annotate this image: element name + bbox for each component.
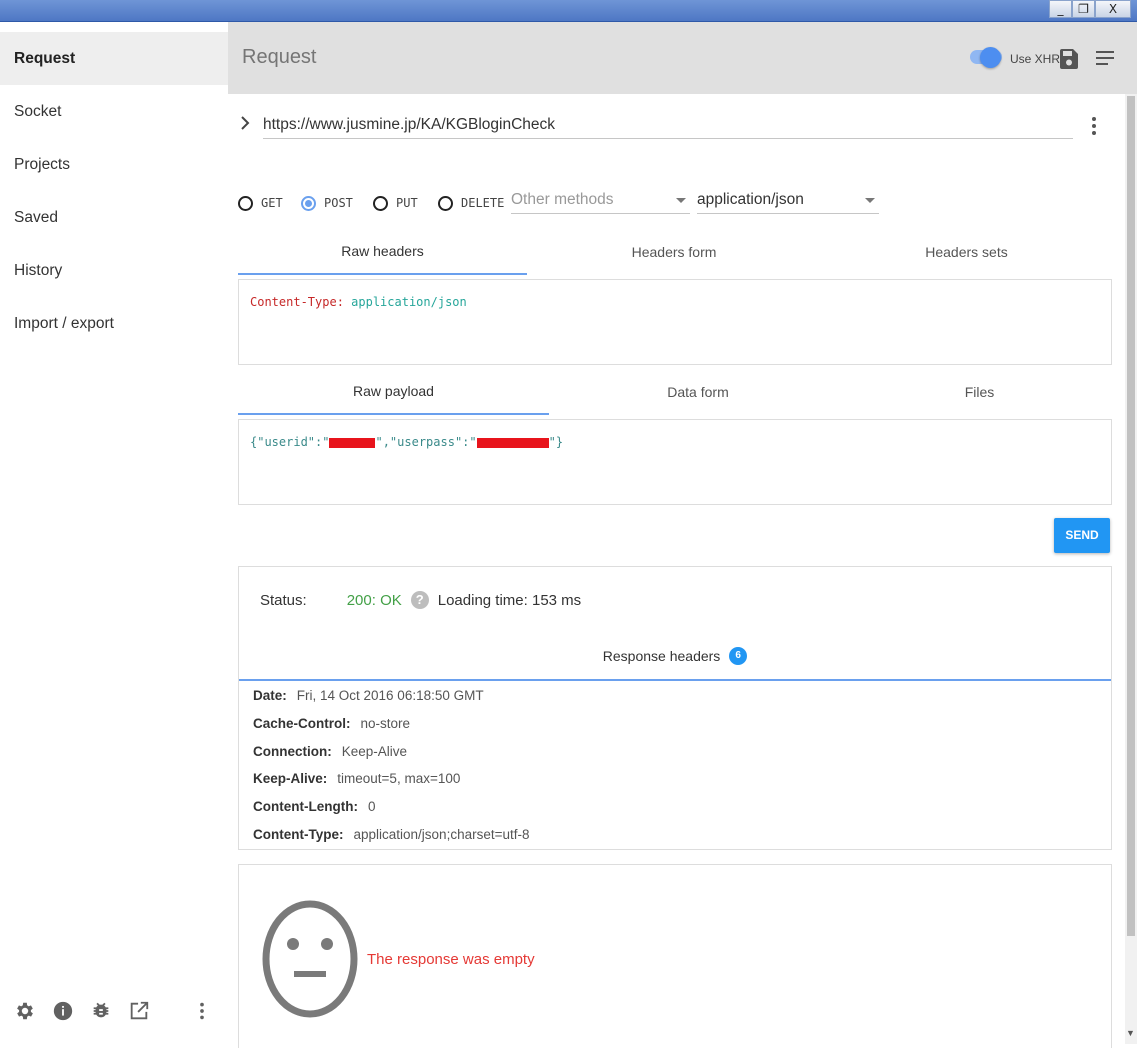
headers-tabs: Raw headers Headers form Headers sets bbox=[238, 229, 1112, 275]
response-header-key: Date: bbox=[253, 688, 287, 703]
page-title: Request bbox=[242, 46, 317, 68]
response-header-row: Keep-Alive: timeout=5, max=100 bbox=[253, 770, 529, 798]
sidebar-item-projects[interactable]: Projects bbox=[0, 138, 228, 191]
sidebar-item-socket[interactable]: Socket bbox=[0, 85, 228, 138]
response-header-value: 0 bbox=[367, 799, 376, 815]
response-header-key: Connection: bbox=[253, 743, 332, 759]
content-type-value: application/json bbox=[697, 191, 804, 208]
url-input[interactable]: https://www.jusmine.jp/KA/KGBloginCheck bbox=[263, 114, 1073, 139]
window-title-bar: _ ❐ X bbox=[0, 0, 1137, 22]
payload-text-end: "} bbox=[548, 435, 564, 449]
other-methods-select[interactable]: Other methods bbox=[511, 190, 690, 214]
header-value: application/json bbox=[351, 295, 467, 309]
method-delete-radio[interactable]: DELETE bbox=[438, 193, 504, 213]
response-header-row: Content-Type: application/json;charset=ut… bbox=[253, 826, 529, 854]
xhr-label: Use XHR bbox=[1010, 52, 1061, 66]
scroll-down-arrow-icon[interactable]: ▼ bbox=[1126, 1028, 1135, 1038]
response-header-row: Content-Length: 0 bbox=[253, 798, 529, 826]
response-header-value: timeout=5, max=100 bbox=[337, 771, 461, 787]
save-icon[interactable] bbox=[1060, 49, 1078, 74]
chevron-right-icon[interactable] bbox=[240, 116, 250, 134]
response-header-row: Date: Fri, 14 Oct 2016 06:18:50 GMT bbox=[253, 687, 529, 715]
header-key: Content-Type: bbox=[250, 295, 344, 309]
response-panel: Status: 200: OK ? Loading time: 153 ms R… bbox=[238, 566, 1112, 850]
raw-headers-editor[interactable]: Content-Type: application/json bbox=[238, 279, 1112, 365]
request-panel: https://www.jusmine.jp/KA/KGBloginCheck … bbox=[228, 94, 1125, 1048]
payload-text-start: {"userid":" bbox=[250, 435, 330, 449]
method-get-radio[interactable]: GET bbox=[238, 193, 283, 213]
method-post-radio[interactable]: POST bbox=[301, 193, 353, 213]
response-body-panel: The response was empty bbox=[238, 864, 1112, 1048]
window-controls: _ ❐ X bbox=[1049, 0, 1131, 18]
redacted-userpass bbox=[476, 437, 549, 448]
redacted-userid bbox=[329, 437, 376, 448]
radio-circle bbox=[438, 195, 453, 211]
content-type-select[interactable]: application/json bbox=[697, 190, 879, 214]
menu-icon[interactable] bbox=[1096, 51, 1114, 70]
radio-circle-selected bbox=[301, 195, 316, 211]
xhr-toggle[interactable] bbox=[980, 47, 1001, 68]
app-header: Request Use XHR bbox=[228, 22, 1137, 94]
method-label: GET bbox=[261, 196, 283, 210]
sidebar-item-import-export[interactable]: Import / export bbox=[0, 297, 228, 350]
restore-button[interactable]: ❐ bbox=[1072, 0, 1095, 18]
sidebar-footer bbox=[0, 1000, 228, 1026]
headers-count-badge: 6 bbox=[729, 647, 748, 665]
sidebar-item-request[interactable]: Request bbox=[0, 32, 228, 85]
sidebar-item-saved[interactable]: Saved bbox=[0, 191, 228, 244]
status-row: Status: 200: OK ? Loading time: 153 ms bbox=[260, 589, 581, 611]
neutral-face-icon bbox=[261, 898, 359, 1025]
response-header-row: Connection: Keep-Alive bbox=[253, 743, 529, 771]
gear-icon[interactable] bbox=[14, 1000, 36, 1022]
more-vert-icon[interactable] bbox=[1090, 116, 1098, 141]
status-label: Status: bbox=[260, 591, 307, 609]
status-value: 200: OK bbox=[346, 591, 402, 609]
send-button[interactable]: SEND bbox=[1054, 518, 1110, 553]
other-methods-placeholder: Other methods bbox=[511, 191, 614, 208]
open-external-icon[interactable] bbox=[128, 1000, 150, 1022]
radio-circle bbox=[373, 195, 388, 211]
bug-icon[interactable] bbox=[90, 1000, 112, 1022]
more-vert-icon[interactable] bbox=[191, 1000, 213, 1022]
response-header-key: Cache-Control: bbox=[253, 715, 351, 731]
tab-data-form[interactable]: Data form bbox=[551, 369, 845, 415]
method-label: DELETE bbox=[461, 196, 505, 210]
sidebar-item-history[interactable]: History bbox=[0, 244, 228, 297]
response-header-value: Fri, 14 Oct 2016 06:18:50 GMT bbox=[296, 688, 484, 703]
method-label: POST bbox=[324, 196, 353, 210]
loading-time: Loading time: 153 ms bbox=[437, 591, 582, 609]
method-label: PUT bbox=[396, 196, 418, 210]
response-header-key: Content-Length: bbox=[253, 799, 358, 815]
response-header-value: no-store bbox=[360, 715, 411, 731]
response-header-key: Keep-Alive: bbox=[253, 771, 328, 787]
raw-payload-editor[interactable]: {"userid":" ","userpass":" "} bbox=[238, 419, 1112, 505]
tab-response-headers[interactable]: Response headers 6 bbox=[239, 637, 1111, 681]
response-header-value: Keep-Alive bbox=[341, 743, 408, 759]
response-header-row: Cache-Control: no-store bbox=[253, 715, 529, 743]
sidebar: Request Socket Projects Saved History Im… bbox=[0, 22, 228, 1044]
info-icon[interactable] bbox=[52, 1000, 74, 1022]
tab-files[interactable]: Files bbox=[847, 369, 1112, 415]
tab-headers-sets[interactable]: Headers sets bbox=[821, 229, 1112, 275]
tab-headers-form[interactable]: Headers form bbox=[529, 229, 819, 275]
help-icon[interactable]: ? bbox=[410, 591, 429, 609]
response-headers-label: Response headers bbox=[602, 648, 721, 664]
tab-raw-headers[interactable]: Raw headers bbox=[238, 229, 527, 275]
dropdown-caret-icon bbox=[676, 198, 686, 203]
close-button[interactable]: X bbox=[1095, 0, 1131, 18]
method-put-radio[interactable]: PUT bbox=[373, 193, 418, 213]
dropdown-caret-icon bbox=[865, 198, 875, 203]
tab-raw-payload[interactable]: Raw payload bbox=[238, 369, 549, 415]
payload-tabs: Raw payload Data form Files bbox=[238, 369, 1112, 415]
response-header-key: Content-Type: bbox=[253, 826, 344, 842]
response-headers-list: Date: Fri, 14 Oct 2016 06:18:50 GMT Cache… bbox=[253, 687, 529, 854]
minimize-button[interactable]: _ bbox=[1049, 0, 1072, 18]
payload-text-mid: ","userpass":" bbox=[375, 435, 477, 449]
radio-circle bbox=[238, 195, 253, 211]
scrollbar-thumb[interactable] bbox=[1127, 96, 1135, 936]
response-header-value: application/json;charset=utf-8 bbox=[353, 826, 530, 842]
empty-response-message: The response was empty bbox=[367, 951, 535, 968]
